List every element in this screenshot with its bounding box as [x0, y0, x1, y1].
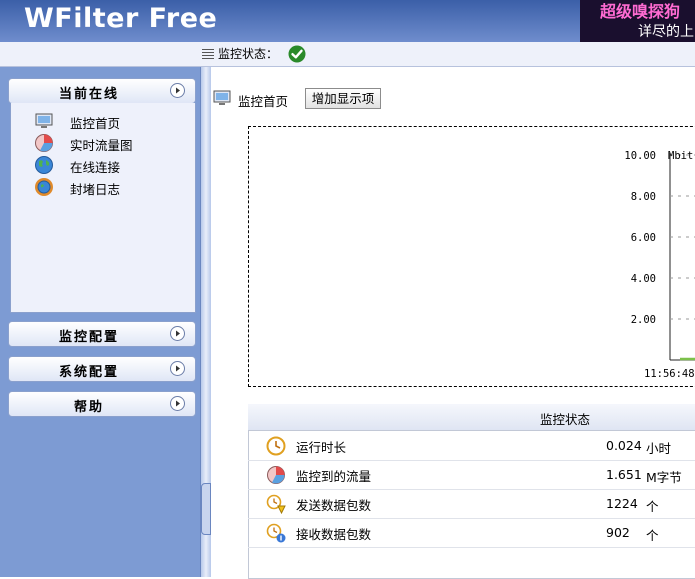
chart-y-unit: Mbit	[668, 150, 693, 162]
row-unit: M字节	[646, 470, 682, 485]
splitter-grip-handle[interactable]	[201, 483, 211, 535]
row-label: 监控到的流量	[296, 469, 372, 484]
gear-globe-icon	[35, 178, 53, 196]
nav-section-label: 系统配置	[58, 365, 119, 380]
clock-icon	[266, 436, 286, 456]
table-row-sent-packets: 发送数据包数 1224 个	[248, 489, 695, 519]
status-bar	[0, 42, 695, 67]
nav-section-label: 监控配置	[58, 330, 119, 345]
monitor-icon	[35, 113, 53, 128]
monitor-icon	[213, 90, 231, 105]
status-table-header	[248, 404, 695, 431]
monitor-status-label: 监控状态：	[218, 47, 279, 61]
table-row-traffic: 监控到的流量 1.651 M字节	[248, 460, 695, 490]
row-label: 发送数据包数	[296, 498, 372, 513]
app-title: WFilter Free	[24, 3, 218, 34]
ad-banner[interactable]: 超级嗅探狗 详尽的上	[580, 0, 695, 42]
traffic-chart: 10.00 8.00 6.00 4.00 2.00 Mbit 11:56:48	[624, 150, 695, 380]
nav-section-help[interactable]: 帮助	[8, 391, 196, 417]
row-label: 运行时长	[296, 440, 347, 455]
status-table-title: 监控状态	[540, 412, 591, 427]
pie-chart-icon	[267, 466, 285, 484]
banner-line-2: 详尽的上	[638, 24, 694, 40]
chart-y-tick-label: 4.00	[631, 273, 656, 285]
menu-lines-icon	[202, 49, 214, 59]
nav-section-system-config[interactable]: 系统配置	[8, 356, 196, 382]
chart-y-tick-label: 2.00	[631, 314, 656, 326]
pie-chart-icon	[35, 134, 53, 152]
nav-item-label: 封堵日志	[70, 182, 121, 197]
nav-item-label: 监控首页	[70, 116, 121, 131]
chart-y-tick-label: 6.00	[631, 232, 656, 244]
packet-send-icon	[266, 494, 286, 514]
nav-section-label: 当前在线	[58, 87, 119, 102]
nav-item-label: 实时流量图	[70, 138, 133, 153]
table-row-uptime: 运行时长 0.024 小时	[248, 431, 695, 461]
row-value: 1224	[606, 496, 638, 511]
nav-section-online[interactable]: 当前在线	[8, 78, 196, 104]
packet-receive-icon	[266, 523, 286, 543]
chart-y-tick-label: 10.00	[624, 150, 656, 162]
nav-section-label: 帮助	[73, 400, 104, 415]
row-unit: 个	[646, 528, 659, 543]
chevron-right-icon	[170, 326, 185, 341]
globe-icon	[35, 156, 53, 174]
row-unit: 个	[646, 499, 659, 514]
chevron-right-icon	[170, 83, 185, 98]
nav-section-monitor-config[interactable]: 监控配置	[8, 321, 196, 347]
check-circle-icon	[288, 45, 306, 63]
nav-item-label: 在线连接	[70, 160, 121, 175]
chart-x-tick-label: 11:56:48	[644, 368, 695, 380]
chevron-right-icon	[170, 361, 185, 376]
banner-line-1: 超级嗅探狗	[600, 2, 681, 21]
row-label: 接收数据包数	[296, 527, 372, 542]
row-value: 902	[606, 525, 630, 540]
page-title: 监控首页	[238, 94, 289, 109]
row-value: 1.651	[606, 467, 642, 482]
add-display-item-button[interactable]: 增加显示项	[305, 88, 381, 109]
row-value: 0.024	[606, 438, 642, 453]
table-row-received-packets: 接收数据包数 902 个	[248, 518, 695, 548]
chart-y-tick-label: 8.00	[631, 191, 656, 203]
row-unit: 小时	[646, 441, 672, 456]
chevron-right-icon	[170, 396, 185, 411]
